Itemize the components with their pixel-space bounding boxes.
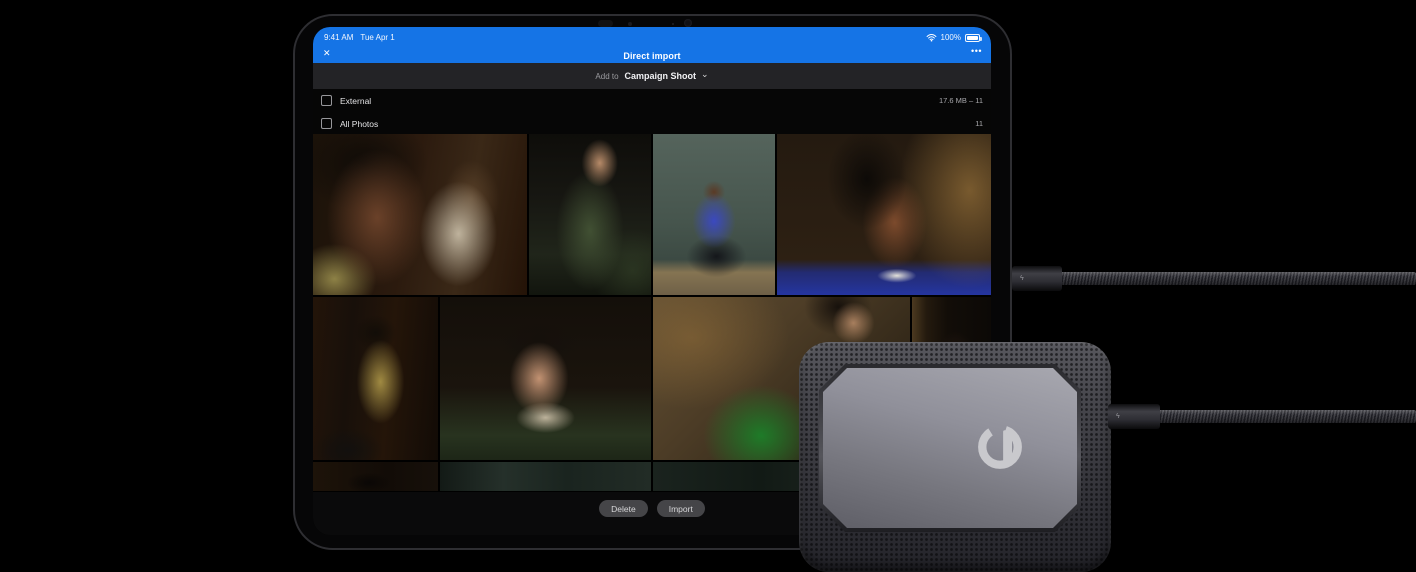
usb-cable-top (1058, 272, 1416, 285)
battery-percent: 100% (940, 33, 961, 42)
bezel-sensor-dot (672, 23, 674, 25)
more-options-button[interactable]: ••• (971, 46, 982, 56)
front-camera-lens (684, 19, 692, 27)
photo-thumbnail[interactable] (653, 134, 775, 295)
wifi-icon (926, 33, 936, 42)
all-photos-checkbox[interactable] (321, 118, 332, 129)
photo-thumbnail[interactable] (313, 297, 438, 460)
photo-thumbnail[interactable] (313, 462, 438, 491)
page-title: Direct import (623, 50, 681, 61)
top-blue-bar: 9:41 AM Tue Apr 1 100% ✕ Direct import •… (313, 27, 991, 63)
source-meta: 17.6 MB – 11 (938, 96, 983, 105)
front-camera-dot (628, 22, 632, 26)
chevron-down-icon: ⌄ (701, 68, 709, 79)
g-brand-logo-icon (978, 425, 1022, 469)
usb-connector-bottom: ϟ (1108, 404, 1160, 429)
photo-thumbnail[interactable] (777, 134, 991, 295)
external-checkbox[interactable] (321, 95, 332, 106)
add-to-label: Add to (595, 71, 619, 81)
source-row-all-photos[interactable]: All Photos 11 (313, 112, 991, 135)
external-drive (799, 342, 1111, 572)
source-list: External 17.6 MB – 11 All Photos 11 (313, 89, 991, 134)
source-row-external[interactable]: External 17.6 MB – 11 (313, 89, 991, 112)
drive-metal-plate (823, 368, 1077, 528)
thunderbolt-icon: ϟ (1020, 275, 1024, 282)
battery-icon (965, 33, 982, 42)
source-label: External (340, 95, 372, 106)
front-camera-module (598, 20, 613, 27)
status-bar: 9:41 AM Tue Apr 1 100% (313, 27, 991, 46)
photo-thumbnail[interactable] (440, 462, 651, 491)
photo-thumbnail[interactable] (529, 134, 651, 295)
photo-thumbnail[interactable] (313, 134, 527, 295)
album-selector[interactable]: Campaign Shoot ⌄ (624, 68, 709, 81)
status-time: 9:41 AM (324, 33, 354, 42)
close-button[interactable]: ✕ (323, 48, 331, 59)
usb-cable-bottom (1156, 410, 1416, 423)
usb-connector-top: ϟ (1012, 266, 1062, 291)
add-to-bar: Add to Campaign Shoot ⌄ (313, 63, 991, 89)
app-header: ✕ Direct import ••• (313, 46, 991, 65)
source-label: All Photos (340, 118, 379, 129)
import-button[interactable]: Import (656, 500, 705, 517)
delete-button[interactable]: Delete (599, 500, 648, 517)
source-meta: 11 (975, 119, 983, 128)
status-date: Tue Apr 1 (360, 33, 395, 42)
selected-album: Campaign Shoot (624, 71, 697, 81)
photo-thumbnail[interactable] (440, 297, 651, 460)
thunderbolt-icon: ϟ (1116, 413, 1120, 420)
